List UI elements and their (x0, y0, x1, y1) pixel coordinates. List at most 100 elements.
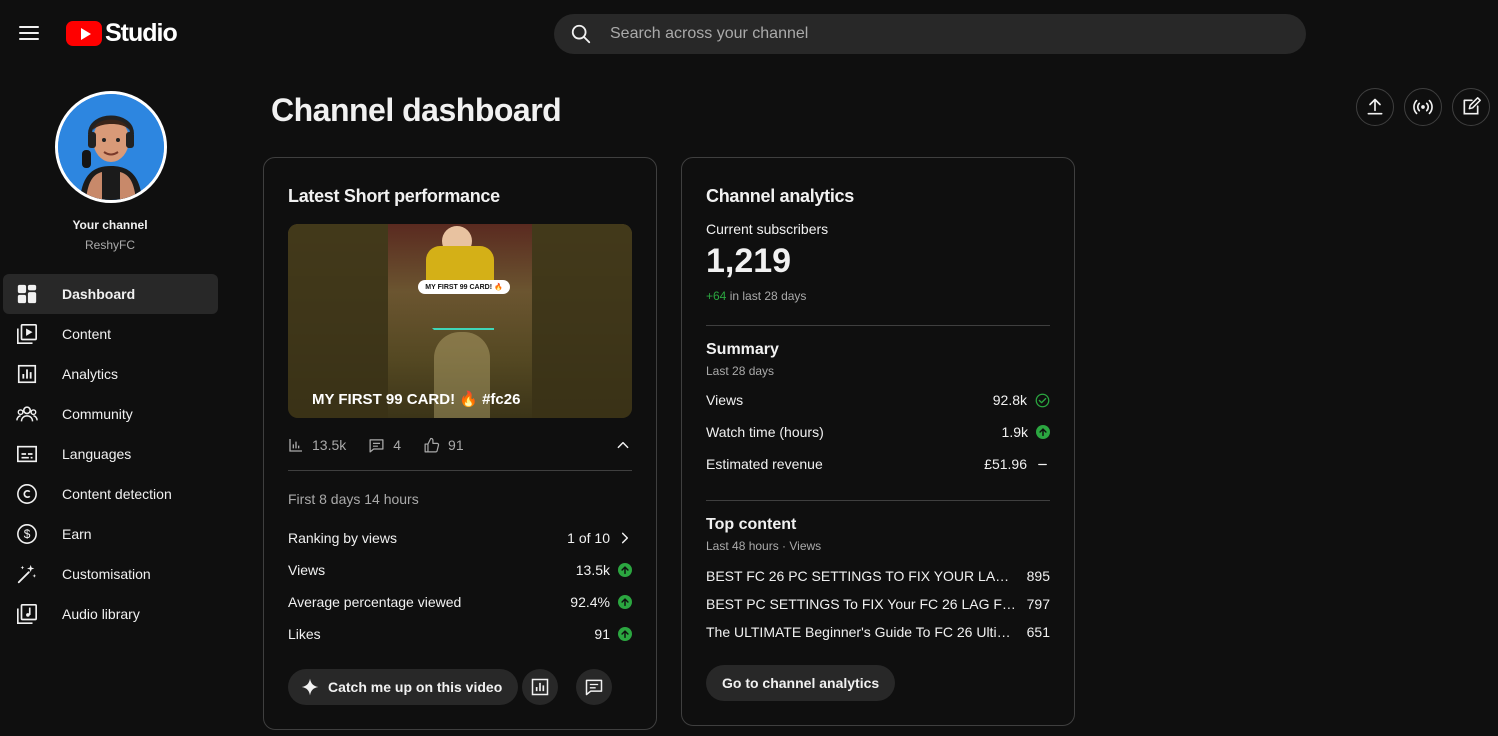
thumbs-up-icon (424, 437, 440, 452)
comments-count: 4 (393, 437, 402, 453)
sidebar-item-label: Languages (62, 446, 132, 462)
page-title: Channel dashboard (271, 92, 562, 128)
sidebar-item-content-detection[interactable]: Content detection (3, 474, 218, 514)
top-bar: Studio (0, 0, 1498, 68)
sidebar-item-analytics[interactable]: Analytics (3, 354, 218, 394)
metric-value: 92.4% (570, 594, 610, 610)
summary-label: Views (706, 392, 744, 408)
summary-label: Estimated revenue (706, 456, 823, 472)
avatar-illustration (58, 94, 164, 200)
divider (288, 470, 632, 471)
comment-icon (369, 438, 384, 453)
short-period: First 8 days 14 hours (288, 491, 419, 507)
short-analytics-button[interactable] (522, 669, 558, 705)
search-input[interactable] (610, 25, 1306, 43)
sidebar-item-label: Audio library (62, 606, 140, 622)
short-title: MY FIRST 99 CARD! 🔥 #fc26 (312, 391, 521, 408)
analytics-icon (16, 363, 38, 385)
logo-text: Studio (105, 19, 178, 47)
short-thumbnail[interactable]: MY FIRST 99 CARD! 🔥 MY FIRST 99 CARD! 🔥 … (288, 224, 632, 418)
channel-avatar[interactable] (55, 91, 167, 203)
top-content-title-text: BEST FC 26 PC SETTINGS TO FIX YOUR LAG |… (706, 568, 1018, 584)
sidebar-item-label: Earn (62, 526, 92, 542)
subscribers-change-period: in last 28 days (729, 289, 807, 303)
youtube-play-logo-icon (66, 21, 102, 46)
metric-value: 1 of 10 (567, 530, 610, 546)
comments-stat: 4 (368, 437, 401, 454)
thumbnail-badge: MY FIRST 99 CARD! 🔥 (418, 280, 510, 294)
top-content-item[interactable]: The ULTIMATE Beginner's Guide To FC 26 U… (706, 622, 1050, 642)
top-content-item[interactable]: BEST PC SETTINGS To FIX Your FC 26 LAG F… (706, 594, 1050, 614)
divider (706, 325, 1050, 326)
sidebar-item-label: Analytics (62, 366, 119, 382)
magic-wand-icon (16, 563, 38, 585)
copyright-icon (16, 483, 38, 505)
edit-icon (1463, 97, 1481, 115)
comment-icon (585, 679, 603, 696)
sidebar-item-languages[interactable]: Languages (3, 434, 218, 474)
arrow-up-icon (618, 595, 632, 609)
header-actions (1356, 88, 1490, 126)
sidebar-item-content[interactable]: Content (3, 314, 218, 354)
hamburger-menu-icon[interactable] (14, 18, 44, 48)
sidebar-item-audio-library[interactable]: Audio library (3, 594, 218, 634)
subscribers-count: 1,219 (706, 242, 792, 280)
studio-logo[interactable]: Studio (66, 19, 178, 48)
live-broadcast-icon (1413, 99, 1433, 115)
views-count: 13.5k (312, 437, 347, 453)
card-title: Channel analytics (706, 186, 854, 206)
channel-analytics-card: Channel analytics Current subscribers 1,… (681, 157, 1075, 726)
metric-value: 91 (594, 626, 610, 642)
metric-row: Views 13.5k (288, 560, 632, 580)
go-to-channel-analytics-button[interactable]: Go to channel analytics (706, 665, 896, 701)
search-bar[interactable] (554, 14, 1306, 54)
sidebar: Your channel ReshyFC Dashboard Content A… (0, 68, 225, 736)
divider (706, 500, 1050, 501)
metric-label: Views (288, 562, 326, 578)
summary-value: 92.8k (992, 392, 1027, 408)
arrow-up-icon (618, 563, 632, 577)
top-content-item[interactable]: BEST FC 26 PC SETTINGS TO FIX YOUR LAG |… (706, 566, 1050, 586)
arrow-up-icon (1036, 425, 1050, 439)
go-to-channel-analytics-label: Go to channel analytics (722, 675, 880, 691)
likes-stat: 91 (423, 437, 464, 454)
subtitles-icon (16, 443, 38, 465)
subscribers-change: +64 in last 28 days (706, 289, 806, 303)
channel-name: ReshyFC (84, 238, 135, 252)
metric-row: Average percentage viewed 92.4% (288, 592, 632, 612)
create-post-button[interactable] (1452, 88, 1490, 126)
sidebar-item-customisation[interactable]: Customisation (3, 554, 218, 594)
upload-icon (1367, 98, 1383, 115)
metric-label: Ranking by views (288, 530, 397, 546)
thumbnail-blur-right (532, 224, 632, 418)
top-content-title-text: BEST PC SETTINGS To FIX Your FC 26 LAG F… (706, 596, 1018, 612)
sidebar-item-label: Content detection (62, 486, 172, 502)
sidebar-item-earn[interactable]: $ Earn (3, 514, 218, 554)
top-content-views: 895 (1026, 568, 1050, 584)
ranking-row[interactable]: Ranking by views 1 of 10 (288, 528, 632, 548)
subscribers-label: Current subscribers (706, 221, 829, 237)
summary-label: Watch time (hours) (706, 424, 824, 440)
top-content-period: Last 48 hours · Views (706, 539, 822, 553)
content-icon (16, 323, 38, 345)
chevron-up-icon[interactable] (616, 438, 630, 452)
short-comments-button[interactable] (576, 669, 612, 705)
short-stats-row: 13.5k 4 91 (288, 434, 632, 456)
card-title: Latest Short performance (288, 186, 500, 206)
check-circle-icon (1035, 393, 1050, 407)
sidebar-item-dashboard[interactable]: Dashboard (3, 274, 218, 314)
sidebar-item-community[interactable]: Community (3, 394, 218, 434)
go-live-button[interactable] (1404, 88, 1442, 126)
top-content-title: Top content (706, 516, 797, 533)
latest-short-card: Latest Short performance MY FIRST 99 CAR… (263, 157, 657, 730)
catch-me-up-label: Catch me up on this video (328, 679, 503, 695)
analytics-icon (531, 678, 549, 696)
top-content-title-text: The ULTIMATE Beginner's Guide To FC 26 U… (706, 624, 1018, 640)
sidebar-item-label: Customisation (62, 566, 151, 582)
top-content-views: 651 (1026, 624, 1050, 640)
sidebar-item-label: Dashboard (62, 286, 136, 302)
summary-period: Last 28 days (706, 364, 775, 378)
upload-button[interactable] (1356, 88, 1394, 126)
catch-me-up-button[interactable]: Catch me up on this video (288, 669, 519, 705)
summary-value: 1.9k (1001, 424, 1028, 440)
